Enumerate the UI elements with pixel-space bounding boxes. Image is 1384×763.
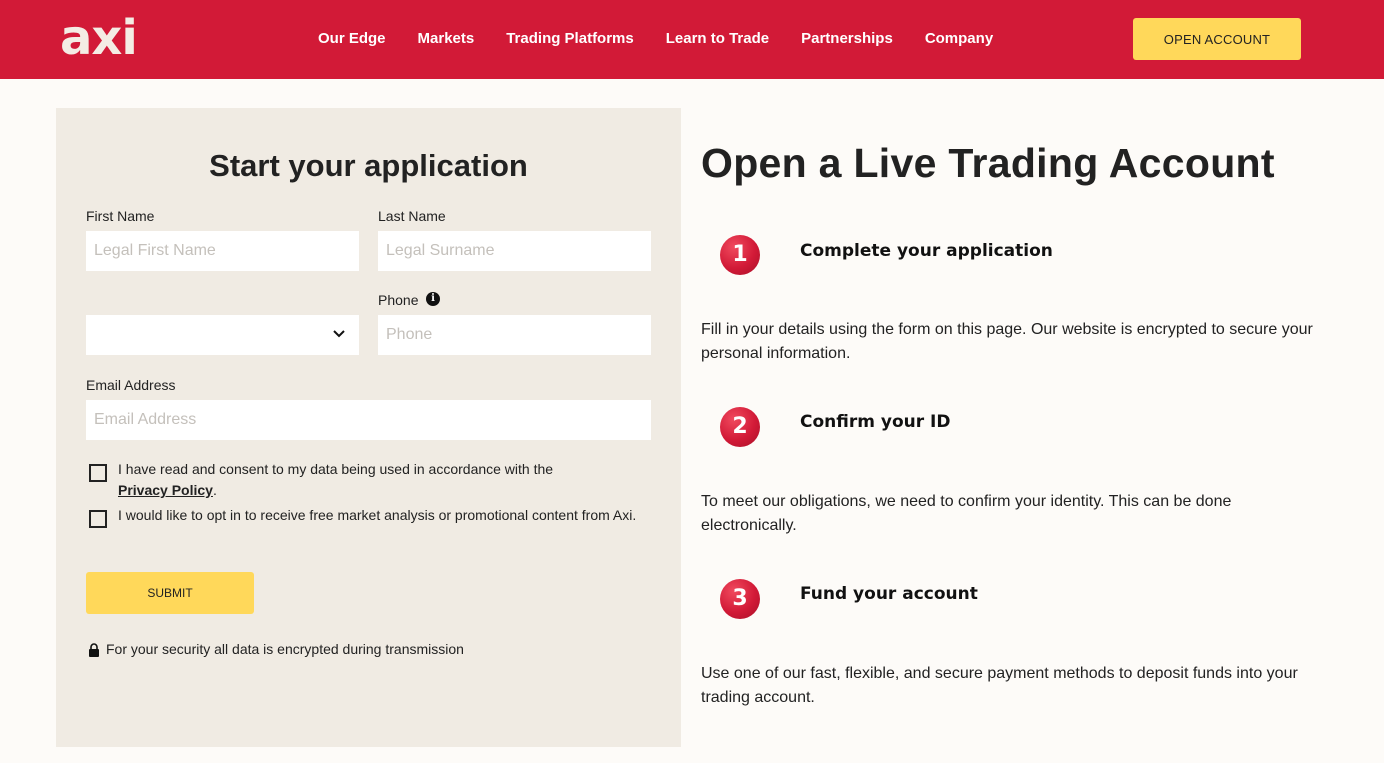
step-2-badge: 2 — [720, 407, 760, 447]
first-name-label: First Name — [86, 208, 155, 224]
chevron-down-icon — [333, 330, 345, 338]
phone-label: Phone — [378, 292, 419, 308]
axi-logo[interactable]: axi — [60, 14, 138, 62]
marketing-consent-checkbox[interactable] — [89, 510, 107, 528]
lock-icon — [89, 643, 99, 657]
site-header: axi Our Edge Markets Trading Platforms L… — [0, 0, 1384, 79]
last-name-label: Last Name — [378, 208, 446, 224]
last-name-input[interactable] — [378, 231, 651, 271]
step-3-title: Fund your account — [800, 584, 978, 604]
step-2-description: To meet our obligations, we need to conf… — [701, 493, 1232, 534]
nav-our-edge[interactable]: Our Edge — [318, 29, 386, 49]
form-title: Start your application — [209, 148, 528, 183]
privacy-consent-checkbox[interactable] — [89, 464, 107, 482]
privacy-consent-text: I have read and consent to my data being… — [118, 459, 638, 501]
nav-learn-to-trade[interactable]: Learn to Trade — [666, 29, 769, 49]
open-account-button[interactable]: OPEN ACCOUNT — [1133, 18, 1301, 60]
nav-company[interactable]: Company — [925, 29, 993, 49]
step-3-description: Use one of our fast, flexible, and secur… — [701, 665, 1298, 706]
step-1-description: Fill in your details using the form on t… — [701, 321, 1313, 362]
phone-input[interactable] — [378, 315, 651, 355]
step-3-badge: 3 — [720, 579, 760, 619]
nav-markets[interactable]: Markets — [418, 29, 475, 49]
first-name-input[interactable] — [86, 231, 359, 271]
step-1-title: Complete your application — [800, 241, 1053, 261]
security-note: For your security all data is encrypted … — [106, 641, 464, 657]
privacy-consent-label: I have read and consent to my data being… — [118, 461, 554, 477]
main-nav: Our Edge Markets Trading Platforms Learn… — [318, 29, 1025, 49]
info-icon[interactable]: i — [426, 292, 440, 306]
privacy-policy-link[interactable]: Privacy Policy — [118, 482, 213, 498]
step-2-title: Confirm your ID — [800, 412, 951, 432]
nav-trading-platforms[interactable]: Trading Platforms — [506, 29, 634, 49]
page-title: Open a Live Trading Account — [701, 140, 1275, 186]
email-label: Email Address — [86, 377, 176, 393]
submit-button[interactable]: SUBMIT — [86, 572, 254, 614]
email-input[interactable] — [86, 400, 651, 440]
nav-partnerships[interactable]: Partnerships — [801, 29, 893, 49]
privacy-consent-suffix: . — [212, 482, 217, 498]
country-code-select[interactable] — [86, 315, 359, 355]
step-1-badge: 1 — [720, 235, 760, 275]
application-form-panel: Start your application First Name Last N… — [56, 108, 681, 747]
marketing-consent-text: I would like to opt in to receive free m… — [118, 507, 637, 523]
